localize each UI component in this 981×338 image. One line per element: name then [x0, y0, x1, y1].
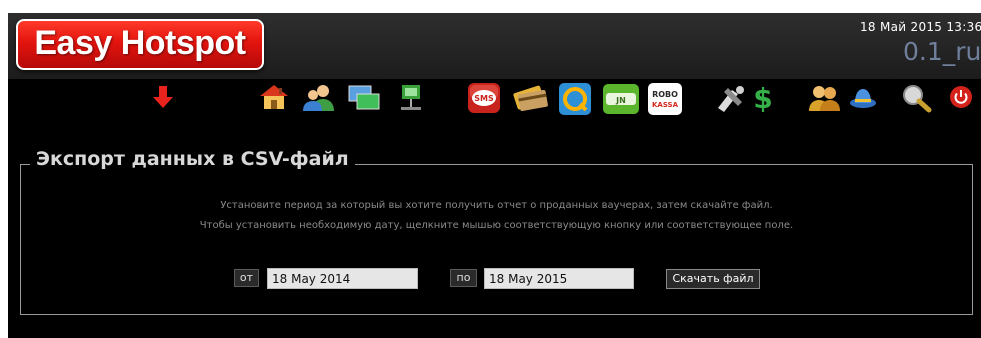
payment-logo-icon[interactable]: JN	[602, 83, 640, 115]
search-icon[interactable]	[901, 83, 933, 113]
power-icon[interactable]	[949, 85, 973, 109]
cards-icon[interactable]	[511, 83, 551, 113]
network-icon[interactable]	[396, 83, 426, 113]
sms-icon-text: SMS	[474, 94, 494, 103]
admins-icon[interactable]	[808, 83, 840, 113]
tools-icon[interactable]	[714, 84, 746, 112]
download-file-button[interactable]: Скачать файл	[666, 269, 760, 289]
qiwi-icon[interactable]	[558, 82, 592, 116]
svg-text:$: $	[753, 84, 772, 112]
version-label: 0.1_ru	[903, 37, 981, 66]
money-icon[interactable]: $	[749, 84, 777, 112]
robokassa-text-2: KASSA	[652, 101, 679, 109]
to-date-input[interactable]	[484, 268, 634, 289]
home-icon[interactable]	[257, 83, 291, 111]
info-text-line-2: Чтобы установить необходимую дату, щелкн…	[199, 220, 794, 231]
toolbar: SMS JN ROBO KASSA $	[8, 79, 981, 129]
to-label-button[interactable]: по	[450, 269, 477, 287]
arrow-down-icon[interactable]	[150, 84, 176, 110]
current-date: 18 Май 2015 13:36	[860, 20, 981, 34]
sms-icon[interactable]: SMS	[467, 82, 501, 114]
page-title: Экспорт данных в CSV-файл	[30, 146, 355, 172]
header-bar: Easy Hotspot 18 Май 2015 13:36 0.1_ru	[8, 13, 981, 79]
app-window: Easy Hotspot 18 Май 2015 13:36 0.1_ru SM…	[8, 13, 981, 338]
info-text-line-1: Установите период за который вы хотите п…	[220, 200, 773, 211]
robokassa-icon[interactable]: ROBO KASSA	[647, 82, 683, 116]
users-icon[interactable]	[302, 83, 336, 113]
payment-logo-text: JN	[615, 96, 626, 105]
from-date-input[interactable]	[267, 268, 418, 289]
hat-icon[interactable]	[848, 85, 878, 111]
robokassa-text-1: ROBO	[652, 90, 678, 99]
monitors-icon[interactable]	[347, 84, 381, 112]
export-panel	[20, 164, 973, 315]
from-label-button[interactable]: от	[234, 269, 259, 287]
easy-hotspot-logo[interactable]: Easy Hotspot	[16, 19, 264, 70]
